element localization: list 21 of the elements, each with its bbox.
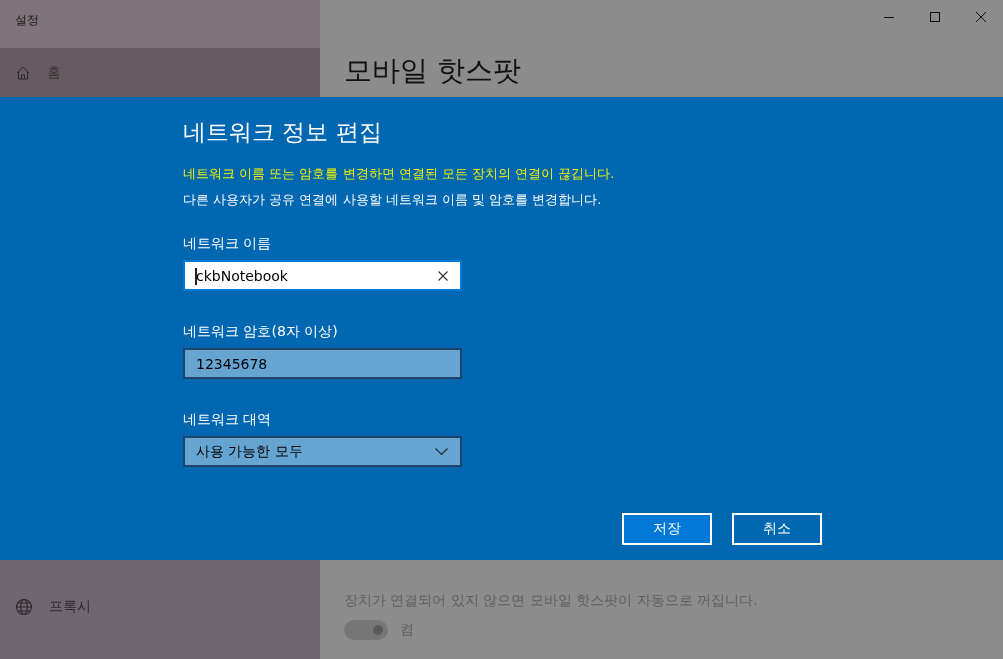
clear-icon[interactable] [438, 270, 448, 281]
field-label: 네트워크 대역 [183, 411, 272, 429]
maximize-icon[interactable] [930, 12, 940, 22]
toggle-switch[interactable] [344, 620, 388, 640]
globe-icon [15, 598, 33, 616]
minimize-icon[interactable] [884, 16, 894, 18]
window-title: 설정 [15, 13, 39, 27]
field-label: 네트워크 이름 [183, 235, 272, 253]
dialog-title: 네트워크 정보 편집 [183, 118, 383, 147]
page-title: 모바일 핫스팟 [344, 53, 522, 89]
home-icon [15, 64, 31, 81]
chevron-down-icon [435, 447, 448, 456]
password-field[interactable]: 12345678 [183, 348, 462, 379]
close-icon[interactable] [976, 12, 986, 22]
band-dropdown[interactable]: 사용 가능한 모두 [183, 436, 462, 467]
warning-text: 네트워크 이름 또는 암호를 변경하면 연결된 모든 장치의 연결이 끊깁니다. [183, 165, 616, 183]
cancel-button[interactable]: 취소 [732, 513, 822, 545]
dialog-description: 다른 사용자가 공유 연결에 사용할 네트워크 이름 및 암호를 변경합니다. [183, 191, 603, 209]
network-name-field[interactable]: ckbNotebook [183, 260, 462, 291]
field-label: 네트워크 암호(8자 이상) [183, 323, 338, 341]
save-button[interactable]: 저장 [622, 513, 712, 545]
